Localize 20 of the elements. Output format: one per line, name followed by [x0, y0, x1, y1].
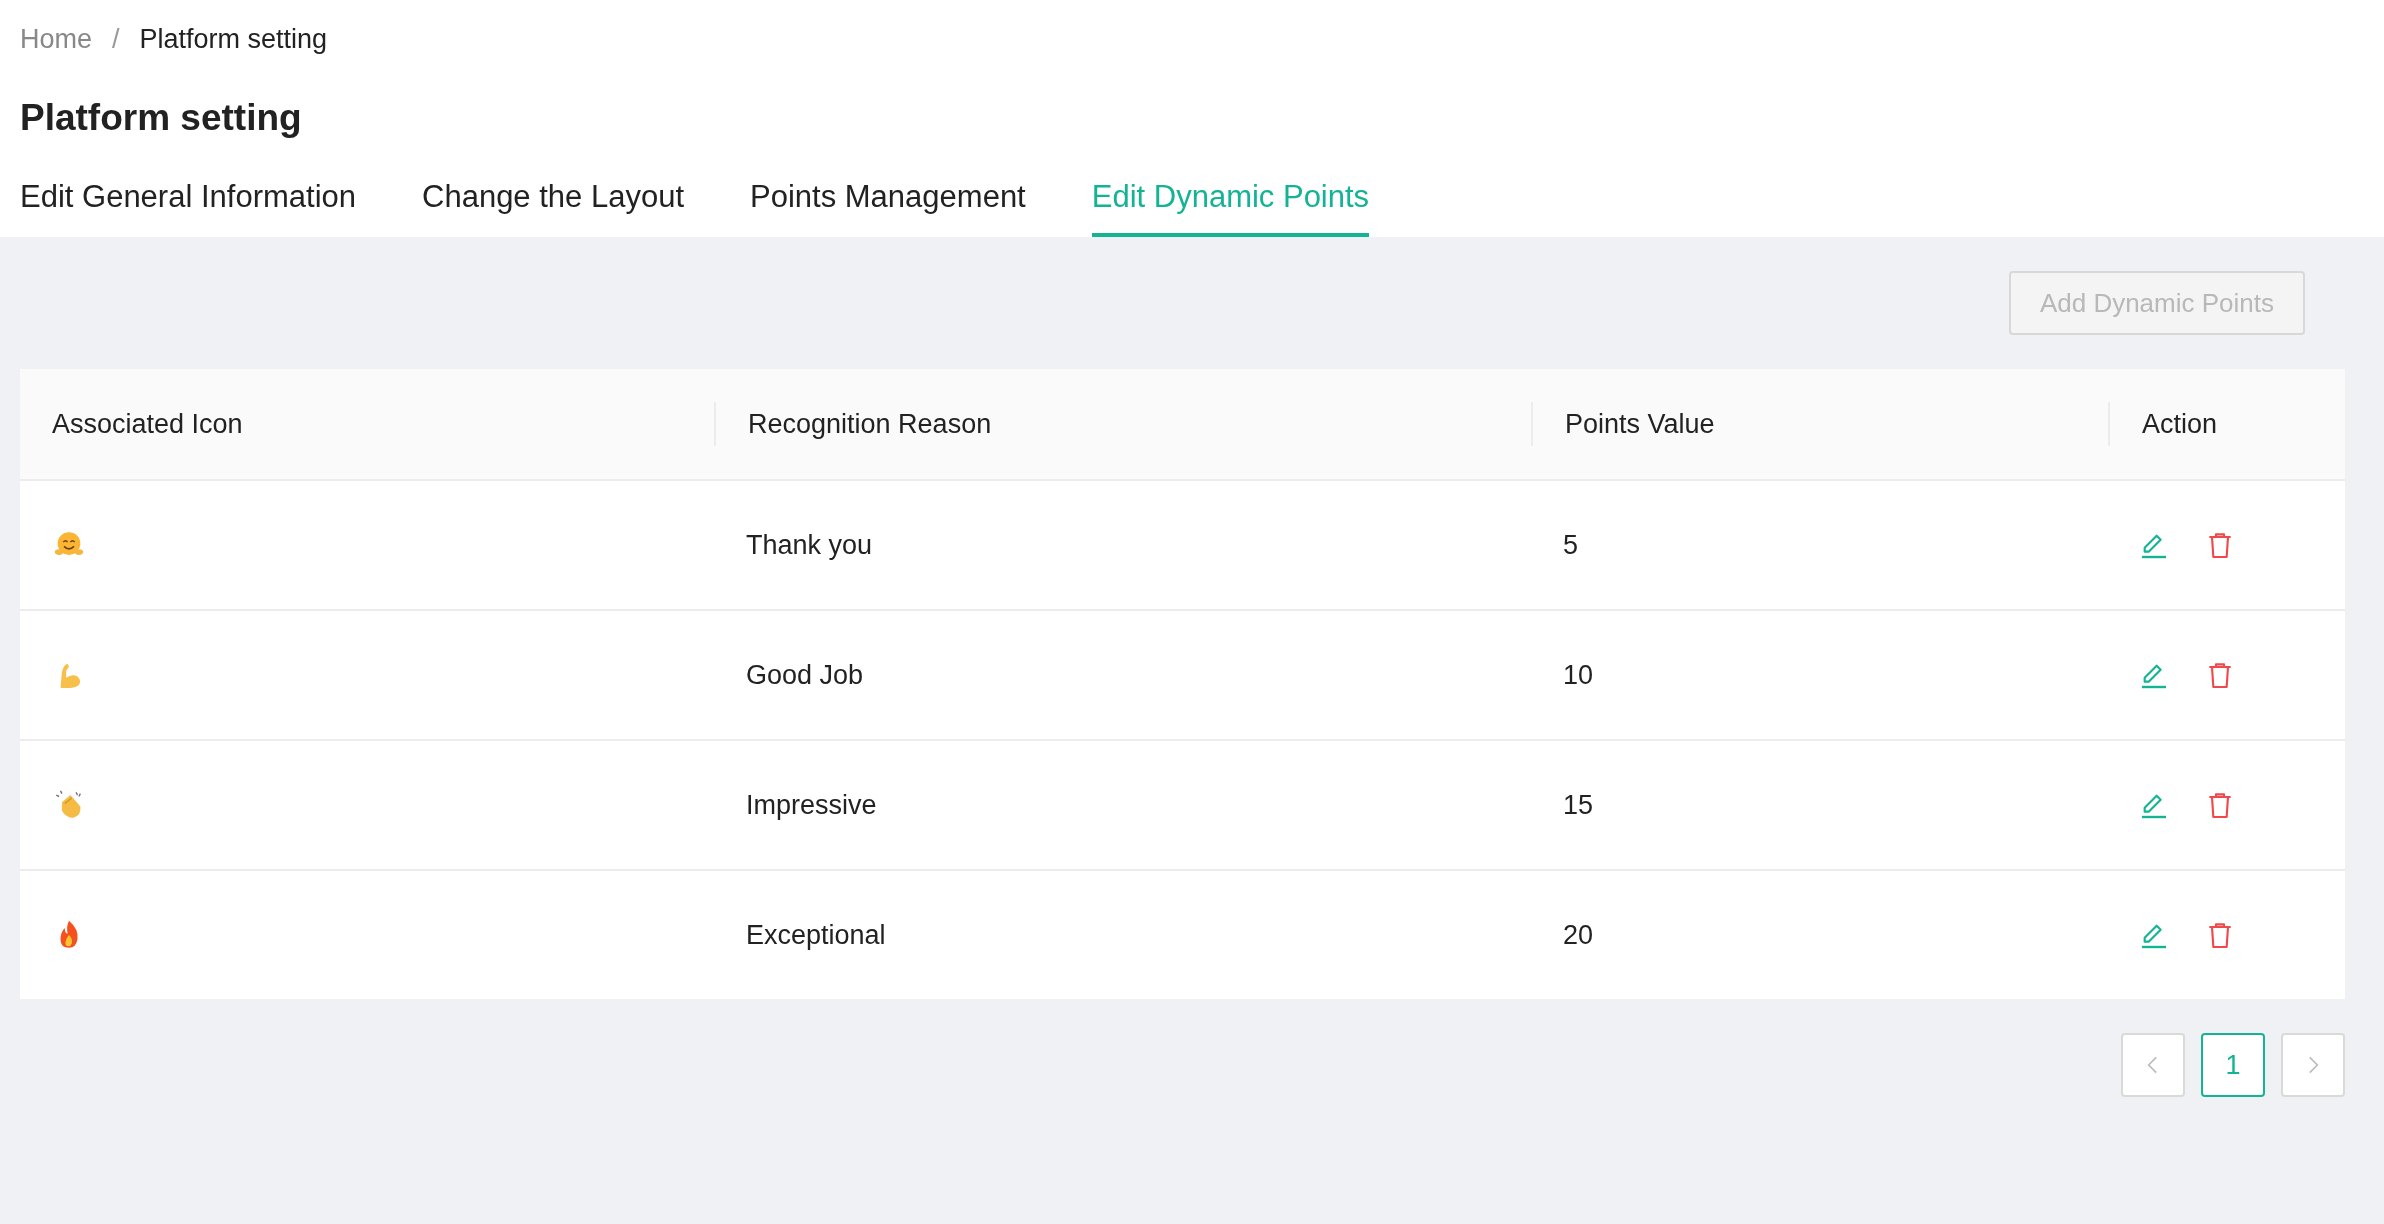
tab[interactable]: Change the Layout — [422, 179, 684, 237]
table-cell: 15 — [1563, 789, 1594, 821]
breadcrumb-separator: / — [112, 24, 120, 55]
column-header: Associated Icon — [52, 408, 243, 440]
column-header: Action — [2142, 408, 2218, 440]
breadcrumb-link[interactable]: Home — [20, 24, 93, 55]
table-cell: Impressive — [746, 789, 877, 821]
table-cell: Exceptional — [746, 919, 886, 951]
tab[interactable]: Edit Dynamic Points — [1091, 179, 1370, 237]
table-cell: 10 — [1563, 659, 1594, 691]
tab[interactable]: Points Management — [750, 179, 1026, 237]
column-header: Points Value — [1565, 408, 1715, 440]
table-cell: 20 — [1563, 919, 1594, 951]
table-cell: Good Job — [746, 659, 864, 691]
page-title: Platform setting — [20, 97, 303, 139]
column-header: Recognition Reason — [748, 408, 992, 440]
page-button[interactable]: 1 — [2201, 1033, 2265, 1097]
table-cell: 5 — [1563, 529, 1579, 561]
tab[interactable]: Edit General Information — [20, 179, 356, 237]
table-cell: Thank you — [746, 529, 873, 561]
